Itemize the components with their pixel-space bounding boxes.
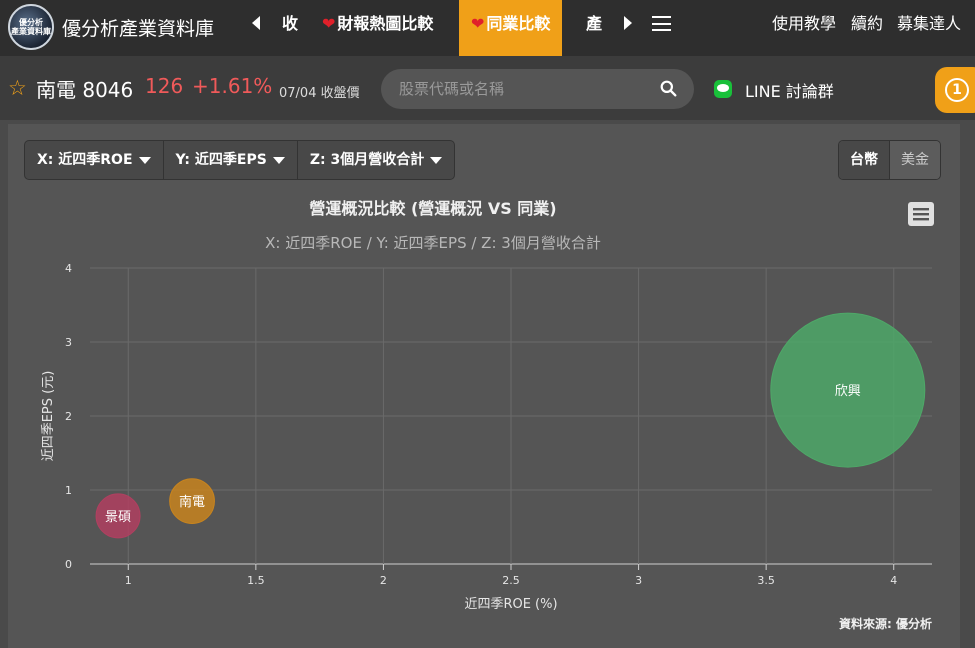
- y-tick-label: 4: [65, 262, 72, 275]
- star-icon[interactable]: ☆: [8, 76, 27, 100]
- stock-name: 南電 8046: [36, 78, 134, 102]
- y-axis-label: 近四季EPS (元): [41, 371, 56, 462]
- nav-scroll-left-icon[interactable]: [252, 16, 260, 30]
- y-tick-label: 0: [65, 558, 72, 571]
- y-tick-labels: 0 1 2 3 4: [65, 262, 72, 571]
- x-tick-label: 1: [125, 574, 132, 587]
- nav-item-heatmap-label: 財報熱圖比較: [337, 14, 434, 33]
- bubble-label: 欣興: [835, 384, 861, 399]
- line-icon[interactable]: [714, 80, 732, 98]
- line-group-link[interactable]: LINE 討論群: [745, 78, 834, 102]
- renew-link[interactable]: 續約: [851, 0, 883, 48]
- logo-text-line1: 優分析: [19, 18, 43, 27]
- bubble-景碩: 景碩: [95, 493, 141, 539]
- bubble-label: 南電: [179, 494, 205, 510]
- heart-icon: ❤: [471, 14, 485, 33]
- chart-menu-icon[interactable]: [908, 202, 934, 226]
- x-tick-label: 2.5: [502, 574, 520, 587]
- chart-title: 營運概況比較 (營運概況 VS 同業): [309, 199, 556, 218]
- search-icon[interactable]: [660, 80, 677, 97]
- bubble-欣興: 欣興: [770, 312, 926, 468]
- menu-icon[interactable]: [652, 16, 671, 31]
- bubble-chart: 營運概況比較 (營運概況 VS 同業) X: 近四季ROE / Y: 近四季EP…: [41, 199, 934, 631]
- notification-button[interactable]: 1: [935, 67, 975, 113]
- nav-item-peer-compare-label: 同業比較: [486, 14, 551, 33]
- x-tick-label: 2: [380, 574, 387, 587]
- y-tick-label: 2: [65, 410, 72, 423]
- search-input[interactable]: [381, 69, 694, 109]
- stock-price: 126: [145, 74, 184, 98]
- x-axis-label: 近四季ROE (%): [464, 597, 557, 612]
- bubble-南電: 南電: [169, 478, 215, 524]
- nav-scroll-right-icon[interactable]: [624, 16, 632, 30]
- logo-text-line2: 產業資料庫: [11, 27, 51, 36]
- x-tick-label: 1.5: [247, 574, 265, 587]
- y-tick-label: 3: [65, 336, 72, 349]
- brand-title: 優分析產業資料庫: [62, 17, 215, 40]
- x-tick-label: 4: [890, 574, 897, 587]
- heart-icon: ❤: [322, 14, 336, 33]
- fundraise-link[interactable]: 募集達人: [897, 0, 961, 48]
- notification-count: 1: [945, 78, 969, 102]
- nav-item-partial-right[interactable]: 產: [586, 0, 602, 48]
- bubble-label: 景碩: [105, 510, 131, 525]
- chart-panel: X: 近四季ROE Y: 近四季EPS Z: 3個月營收合計 台幣 美金 營運概…: [8, 124, 960, 648]
- brand[interactable]: 優分析 產業資料庫 優分析產業資料庫: [8, 4, 214, 50]
- nav-item-peer-compare[interactable]: ❤ 同業比較: [459, 0, 563, 56]
- chart-bubbles: 景碩 南電 欣興: [95, 312, 926, 539]
- chart-subtitle: X: 近四季ROE / Y: 近四季EPS / Z: 3個月營收合計: [265, 234, 601, 252]
- stock-date: 07/04 收盤價: [279, 86, 360, 101]
- x-tick-label: 3: [635, 574, 642, 587]
- x-tick-label: 3.5: [757, 574, 775, 587]
- tutorial-link[interactable]: 使用教學: [772, 0, 836, 48]
- stock-change: +1.61%: [192, 74, 273, 98]
- nav-item-heatmap[interactable]: ❤ 財報熱圖比較: [322, 0, 433, 48]
- logo: 優分析 產業資料庫: [8, 4, 54, 50]
- chart-credit: 資料來源: 優分析: [839, 616, 932, 631]
- x-tick-labels: 1 1.5 2 2.5 3 3.5 4: [125, 574, 897, 587]
- y-tick-label: 1: [65, 484, 72, 497]
- nav-item-partial-left[interactable]: 收: [282, 0, 298, 48]
- stock-bar: ☆ 南電 8046 126 +1.61% 07/04 收盤價 LINE 討論群 …: [0, 56, 975, 120]
- top-navigation: 優分析 產業資料庫 優分析產業資料庫 收 ❤ 財報熱圖比較 ❤ 同業比較 產 使用教…: [0, 0, 975, 56]
